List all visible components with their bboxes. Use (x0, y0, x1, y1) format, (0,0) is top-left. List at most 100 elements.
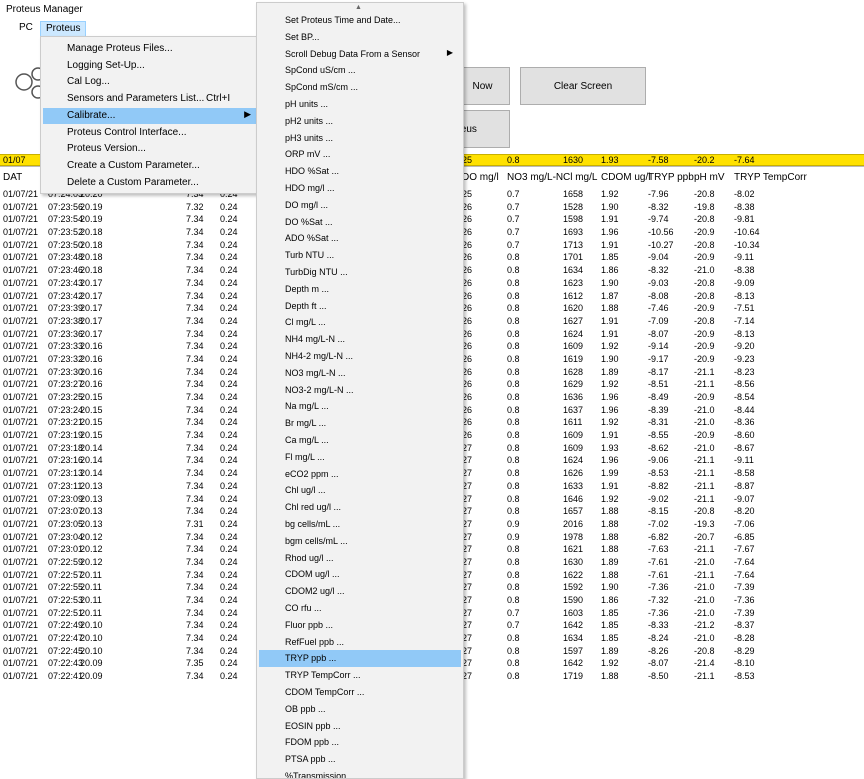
submenu-item[interactable]: NO3 mg/L-N ... (259, 365, 461, 382)
submenu-item[interactable]: pH units ... (259, 96, 461, 113)
latest-cl: 1630 (563, 155, 584, 165)
table-cell: -19.8 (694, 201, 715, 212)
table-cell: 01/07/21 (3, 556, 39, 567)
col-header-date[interactable]: DAT (3, 172, 22, 183)
submenu-item[interactable]: %Transmission ... (259, 768, 461, 778)
submenu-item-label: Set Proteus Time and Date... (285, 15, 401, 25)
table-cell: 1609 (563, 341, 584, 352)
col-header-ph[interactable]: pH mV (694, 172, 725, 183)
menu-item[interactable]: Manage Proteus Files... (43, 41, 259, 57)
menu-item[interactable]: Sensors and Parameters List... Ctrl+I (43, 91, 259, 107)
submenu-item[interactable]: EOSIN ppb ... (259, 718, 461, 735)
submenu-item[interactable]: eCO2 ppm ... (259, 466, 461, 483)
table-cell: -9.11 (734, 455, 754, 466)
table-cell: 0.8 (507, 442, 520, 453)
submenu-item-label: TRYP TempCorr ... (285, 670, 361, 681)
col-header-cdom[interactable]: CDOM ug/l (601, 172, 650, 183)
submenu-item[interactable]: CO rfu ... (259, 600, 461, 617)
submenu-item-label: SpCond mS/cm ... (285, 82, 359, 93)
submenu-item[interactable]: OB ppb ... (259, 701, 461, 718)
table-cell: 1.92 (601, 417, 619, 428)
submenu-item[interactable]: bg cells/mL ... (259, 516, 461, 533)
table-cell: 20.18 (80, 227, 103, 238)
menu-item[interactable]: Calibrate... ▶ (43, 107, 259, 124)
table-cell: -21.0 (694, 556, 715, 567)
table-cell: 7.34 (186, 645, 204, 656)
menu-item[interactable]: Logging Set-Up... (43, 58, 259, 74)
table-cell: 1.88 (601, 506, 619, 517)
menu-pc[interactable]: PC (14, 21, 38, 37)
table-cell: 0.24 (220, 392, 238, 402)
table-cell: -21.0 (694, 582, 715, 593)
submenu-item[interactable]: Scroll Debug Data From a Sensor ▶ (259, 46, 461, 63)
submenu-item[interactable]: DO mg/l ... (259, 197, 461, 214)
submenu-item[interactable]: CDOM TempCorr ... (259, 684, 461, 701)
submenu-item[interactable]: TRYP TempCorr ... (259, 667, 461, 684)
submenu-item[interactable]: NO3-2 mg/L-N ... (259, 382, 461, 399)
submenu-item[interactable]: HDO mg/l ... (259, 180, 461, 197)
table-cell: 1.88 (601, 671, 619, 682)
submenu-item[interactable]: Depth ft ... (259, 298, 461, 315)
table-cell: 01/07/21 (3, 442, 39, 453)
table-cell: 0.24 (220, 265, 238, 276)
submenu-item[interactable]: CDOM2 ug/l ... (259, 583, 461, 600)
table-cell: 0.24 (220, 252, 238, 263)
submenu-item[interactable]: Set Proteus Time and Date... (259, 12, 461, 29)
submenu-item[interactable]: SpCond uS/cm ... (259, 62, 461, 79)
submenu-item[interactable]: Br mg/L ... (259, 415, 461, 432)
col-header-tryp[interactable]: TRYP ppb (648, 172, 694, 183)
submenu-item[interactable]: FDOM ppb ... (259, 734, 461, 751)
table-cell: 7.34 (186, 620, 204, 631)
menu-item[interactable]: Proteus Version... (43, 141, 259, 157)
col-header-tryp-tempcorr[interactable]: TRYP TempCorr (734, 172, 807, 183)
submenu-item[interactable]: Turb NTU ... (259, 247, 461, 264)
col-header-no3[interactable]: NO3 mg/L-N (507, 172, 563, 183)
table-cell: 1978 (563, 531, 584, 542)
menu-item[interactable]: Proteus Control Interface... (43, 125, 259, 141)
table-cell: -8.38 (734, 201, 755, 212)
table-cell: 0.24 (220, 556, 238, 567)
menu-item[interactable]: Cal Log... (43, 74, 259, 90)
submenu-item[interactable]: Depth m ... (259, 281, 461, 298)
table-cell: 0.7 (507, 239, 520, 250)
submenu-item[interactable]: SpCond mS/cm ... (259, 79, 461, 96)
menu-item[interactable]: Delete a Custom Parameter... (43, 175, 259, 191)
col-header-do[interactable]: DO mg/l (462, 172, 499, 183)
latest-tryp: -7.58 (648, 155, 669, 165)
submenu-item[interactable]: Rhod ug/l ... (259, 550, 461, 567)
submenu-item[interactable]: TurbDig NTU ... (259, 264, 461, 281)
submenu-item[interactable]: Cl mg/L ... (259, 314, 461, 331)
submenu-item[interactable]: TRYP ppb ... (259, 650, 461, 668)
submenu-item[interactable]: NH4 mg/L-N ... (259, 331, 461, 348)
submenu-item[interactable]: Fluor ppb ... (259, 617, 461, 634)
submenu-item[interactable]: ADO %Sat ... (259, 230, 461, 247)
submenu-item[interactable]: CDOM ug/l ... (259, 566, 461, 583)
submenu-item[interactable]: DO %Sat ... (259, 214, 461, 231)
submenu-item[interactable]: NH4-2 mg/L-N ... (259, 348, 461, 365)
submenu-item[interactable]: Ca mg/L ... (259, 432, 461, 449)
table-cell: -8.20 (734, 506, 755, 517)
submenu-item[interactable]: Fl mg/L ... (259, 449, 461, 466)
menu-item[interactable]: Create a Custom Parameter... (43, 158, 259, 174)
table-cell: 7.34 (186, 506, 204, 517)
submenu-item[interactable]: HDO %Sat ... (259, 163, 461, 180)
table-cell: 1.99 (601, 468, 619, 479)
latest-no3: 0.8 (507, 155, 520, 165)
submenu-item[interactable]: Na mg/L ... (259, 398, 461, 415)
menu-proteus[interactable]: Proteus (40, 21, 87, 37)
submenu-item[interactable]: RefFuel ppb ... (259, 634, 461, 651)
submenu-item-label: pH units ... (285, 99, 329, 109)
submenu-item[interactable]: Set BP... (259, 29, 461, 46)
submenu-item[interactable]: PTSA ppb ... (259, 751, 461, 768)
table-cell: -9.74 (648, 214, 669, 225)
submenu-item[interactable]: pH2 units ... (259, 113, 461, 130)
col-header-cl[interactable]: Cl mg/L (563, 172, 597, 183)
submenu-item[interactable]: pH3 units ... (259, 130, 461, 147)
submenu-item[interactable]: Chl red ug/l ... (259, 499, 461, 516)
table-cell: 1.96 (601, 227, 619, 238)
submenu-item[interactable]: ORP mV ... (259, 146, 461, 163)
scroll-up-arrow-icon[interactable]: ▲ (355, 4, 362, 11)
submenu-item[interactable]: Chl ug/l ... (259, 482, 461, 499)
clear-screen-button[interactable]: Clear Screen (520, 67, 646, 105)
submenu-item[interactable]: bgm cells/mL ... (259, 533, 461, 550)
